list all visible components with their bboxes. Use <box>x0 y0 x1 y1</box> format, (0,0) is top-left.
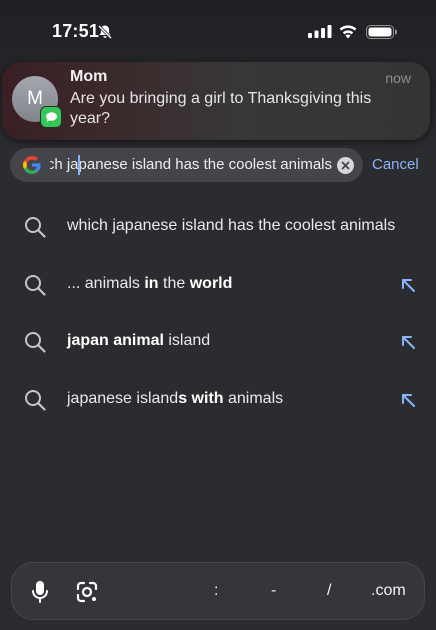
status-time: 17:51 <box>52 21 100 41</box>
suggestion-segment-bold: s with <box>178 389 224 407</box>
fill-query-arrow-icon[interactable] <box>399 391 417 409</box>
notification-sender: Mom <box>70 68 108 85</box>
message-notification[interactable]: M Mom now Are you bringing a girl to Tha… <box>2 62 430 140</box>
suggestion-segment-bold: japan animal <box>67 332 164 349</box>
colon-key[interactable]: : <box>214 582 218 600</box>
search-icon <box>25 274 46 296</box>
suggestion-text: japanese islands with animals <box>67 390 283 408</box>
status-bar: 17:51 <box>0 0 436 60</box>
search-input-wrap: which japanese island has the coolest an… <box>50 148 332 182</box>
suggestion-list: which japanese island has the coolest an… <box>0 198 436 428</box>
search-input[interactable]: which japanese island has the coolest an… <box>50 148 332 182</box>
battery-icon <box>366 25 397 39</box>
suggestion-item[interactable]: which japanese island has the coolest an… <box>0 198 436 256</box>
wifi-icon <box>339 25 357 39</box>
clear-icon <box>341 161 350 170</box>
search-row: which japanese island has the coolest an… <box>0 145 436 185</box>
notification-time: now <box>385 70 411 86</box>
keyboard-accessory-bar: : - / .com <box>11 562 425 620</box>
clear-button[interactable] <box>337 157 354 174</box>
slash-key[interactable]: / <box>327 582 331 600</box>
fill-query-arrow-icon[interactable] <box>399 276 417 294</box>
suggestion-text: japan animal island <box>67 332 210 350</box>
suggestion-segment-bold: in <box>144 274 159 292</box>
google-lens-icon[interactable] <box>75 580 99 604</box>
suggestion-segment: japanese island <box>67 389 179 407</box>
suggestion-segment: island <box>163 332 211 349</box>
suggestion-item[interactable]: ... animals in the world <box>0 256 436 314</box>
cancel-button[interactable]: Cancel <box>372 156 419 173</box>
suggestion-segment-bold: world <box>189 274 233 292</box>
microphone-icon[interactable] <box>30 580 50 604</box>
dotcom-key[interactable]: .com <box>371 582 406 600</box>
suggestion-segment: ... animals <box>67 274 145 292</box>
suggestion-segment: which japanese island has the coolest an… <box>67 217 396 234</box>
dash-key[interactable]: - <box>271 582 276 600</box>
signal-icon <box>308 25 332 38</box>
avatar-initial: M <box>27 88 43 109</box>
messages-icon <box>40 106 62 128</box>
search-icon <box>25 332 46 353</box>
google-icon <box>23 156 41 174</box>
suggestion-text: ... animals in the world <box>67 275 232 293</box>
search-bar[interactable]: which japanese island has the coolest an… <box>10 148 363 182</box>
suggestion-text: which japanese island has the coolest an… <box>67 217 395 235</box>
search-icon <box>25 389 46 411</box>
bell-off-icon <box>97 24 113 40</box>
suggestion-item[interactable]: japan animal island <box>0 313 436 371</box>
fill-query-arrow-icon[interactable] <box>399 333 417 351</box>
suggestion-segment: animals <box>223 389 284 407</box>
notification-message: Are you bringing a girl to Thanksgiving … <box>70 90 372 127</box>
suggestion-item[interactable]: japanese islands with animals <box>0 371 436 429</box>
text-cursor <box>78 155 80 175</box>
search-icon <box>25 217 46 238</box>
suggestion-segment: the <box>158 274 190 292</box>
